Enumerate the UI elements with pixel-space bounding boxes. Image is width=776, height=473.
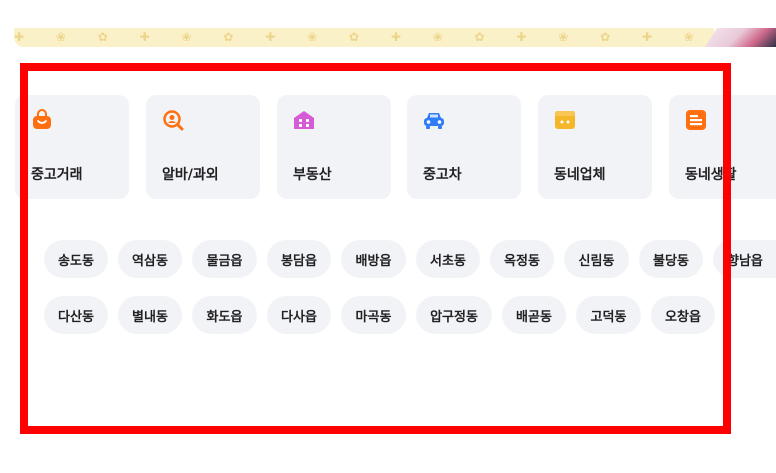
neighborhood-chip[interactable]: 다산동	[44, 296, 108, 334]
neighborhood-chip[interactable]: 다사읍	[267, 296, 331, 334]
neighborhood-chip[interactable]: 별내동	[118, 296, 182, 334]
neighborhood-chip[interactable]: 압구정동	[416, 296, 492, 334]
category-card-used-goods[interactable]: 중고거래	[15, 95, 129, 199]
category-card-local-business[interactable]: 동네업체	[538, 95, 652, 199]
shopping-bag-icon	[33, 109, 51, 129]
category-label: 동네생활	[685, 167, 737, 183]
house-icon	[294, 111, 314, 129]
neighborhood-chip[interactable]: 고덕동	[576, 296, 641, 334]
neighborhood-chip[interactable]: 신림동	[564, 240, 629, 278]
category-cards: 중고거래 알바/과외 부동산 중고차 동네업체 동네생활	[0, 95, 776, 199]
banner-illustration	[705, 28, 776, 47]
category-card-real-estate[interactable]: 부동산	[277, 95, 391, 199]
store-icon	[555, 111, 575, 129]
category-label: 중고거래	[31, 167, 83, 183]
car-icon	[424, 113, 444, 129]
category-label: 부동산	[293, 167, 332, 183]
neighborhood-chip[interactable]: 배곧동	[502, 296, 566, 334]
banner-pattern: ✚ ❀ ✿ ✚ ❀ ✿ ✚ ❀ ✿ ✚ ❀ ✿ ✚ ❀ ✿ ✚ ❀ ✿ ✚ ❀ …	[14, 30, 714, 44]
category-label: 알바/과외	[162, 167, 219, 183]
neighborhood-chip[interactable]: 불당동	[639, 240, 703, 278]
neighborhood-chip[interactable]: 화도읍	[192, 296, 257, 334]
category-card-local-life[interactable]: 동네생활	[669, 95, 776, 199]
neighborhood-chip[interactable]: 물금읍	[192, 240, 257, 278]
neighborhood-chip[interactable]: 배방읍	[341, 240, 406, 278]
neighborhood-chip[interactable]: 봉담읍	[267, 240, 331, 278]
category-label: 중고차	[423, 167, 462, 183]
category-card-used-cars[interactable]: 중고차	[407, 95, 521, 199]
document-icon	[686, 110, 706, 130]
top-banner[interactable]: ✚ ❀ ✿ ✚ ❀ ✿ ✚ ❀ ✿ ✚ ❀ ✿ ✚ ❀ ✿ ✚ ❀ ✿ ✚ ❀ …	[14, 28, 714, 47]
neighborhood-chip[interactable]: 마곡동	[341, 296, 406, 334]
neighborhood-chip[interactable]: 오창읍	[651, 296, 715, 334]
neighborhood-chip[interactable]: 역삼동	[118, 240, 182, 278]
search-person-icon	[163, 110, 184, 131]
category-label: 동네업체	[554, 167, 606, 183]
neighborhood-chip[interactable]: 향남읍	[713, 240, 776, 278]
neighborhood-chip[interactable]: 송도동	[44, 240, 108, 278]
category-card-jobs[interactable]: 알바/과외	[146, 95, 260, 199]
neighborhood-chip[interactable]: 서초동	[416, 240, 480, 278]
neighborhood-chip[interactable]: 옥정동	[490, 240, 554, 278]
